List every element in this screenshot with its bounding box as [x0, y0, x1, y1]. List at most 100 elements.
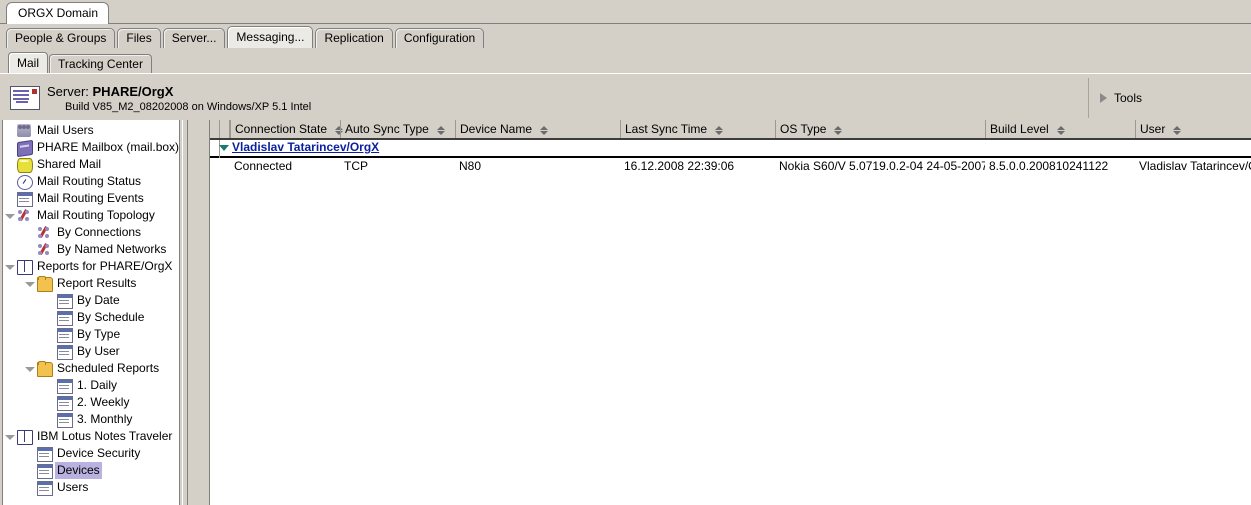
sort-toggle-icon[interactable]	[434, 126, 445, 135]
people-icon	[17, 124, 31, 137]
sort-toggle-icon[interactable]	[537, 126, 549, 135]
view-icon	[57, 396, 73, 411]
sort-toggle-icon[interactable]	[1170, 126, 1182, 135]
sort-toggle-icon[interactable]	[1054, 126, 1065, 135]
sidebar-item-mail-routing-events[interactable]: Mail Routing Events	[3, 190, 179, 207]
tools-divider	[1088, 78, 1089, 118]
expand-triangle-icon[interactable]	[5, 214, 15, 219]
main-tab-messaging[interactable]: Messaging...	[227, 26, 314, 48]
column-header-auto-sync-type[interactable]: Auto Sync Type	[340, 120, 455, 138]
column-header-device-name[interactable]: Device Name	[455, 120, 620, 138]
window-tab-orgx-domain[interactable]: ORGX Domain	[6, 2, 110, 24]
sidebar-item-label: PHARE Mailbox (mail.box)	[37, 140, 180, 154]
column-header-label: Connection State	[235, 122, 328, 136]
sidebar-item-label: Mail Users	[37, 123, 94, 137]
tools-expander[interactable]: Tools	[1100, 91, 1142, 105]
sidebar-item-1-daily[interactable]: 1. Daily	[3, 377, 179, 394]
navigator-sidebar: Mail Users PHARE Mailbox (mail.box) Shared…	[2, 120, 180, 505]
view-icon	[57, 311, 73, 326]
main-tab-replication[interactable]: Replication	[315, 28, 393, 48]
sidebar-item-by-schedule[interactable]: By Schedule	[3, 309, 179, 326]
column-header-label: Last Sync Time	[625, 122, 708, 136]
sidebar-item-3-monthly[interactable]: 3. Monthly	[3, 411, 179, 428]
column-header-build-level[interactable]: Build Level	[985, 120, 1135, 138]
view-icon	[37, 481, 53, 496]
sidebar-item-mail-users[interactable]: Mail Users	[3, 122, 179, 139]
tools-panel[interactable]: Tools	[1088, 75, 1251, 120]
sidebar-item-ibm-lotus-notes-traveler[interactable]: IBM Lotus Notes Traveler	[3, 428, 179, 445]
sidebar-item-mail-routing-topology[interactable]: Mail Routing Topology	[3, 207, 179, 224]
sidebar-item-label: IBM Lotus Notes Traveler	[37, 429, 173, 443]
topology-icon	[17, 209, 31, 222]
folder-icon	[37, 361, 53, 377]
expand-triangle-icon[interactable]	[25, 282, 35, 287]
sidebar-item-2-weekly[interactable]: 2. Weekly	[3, 394, 179, 411]
header-margin-column-a	[210, 120, 220, 138]
navigation-tree: Mail Users PHARE Mailbox (mail.box) Shared…	[3, 120, 179, 496]
sidebar-item-label: By Schedule	[77, 310, 145, 324]
cell-last-sync-time: 16.12.2008 22:39:06	[624, 159, 735, 173]
sidebar-item-label: Device Security	[57, 446, 141, 460]
mail-server-icon	[10, 86, 40, 110]
view-icon	[57, 328, 73, 343]
column-header-label: OS Type	[780, 122, 827, 136]
sort-toggle-icon[interactable]	[831, 126, 843, 135]
sidebar-item-label: Mail Routing Status	[37, 174, 142, 188]
sidebar-item-label: By Named Networks	[57, 242, 167, 256]
sidebar-item-label: Report Results	[57, 276, 137, 290]
table-group-row[interactable]: Vladislav Tatarincev/OrgX	[210, 140, 1251, 158]
sidebar-item-phare-mailbox-mail-box[interactable]: PHARE Mailbox (mail.box)	[3, 139, 180, 158]
collapse-triangle-icon[interactable]	[219, 145, 229, 151]
sidebar-item-label: 1. Daily	[77, 378, 118, 392]
sidebar-item-shared-mail[interactable]: Shared Mail	[3, 156, 179, 173]
sidebar-item-by-user[interactable]: By User	[3, 343, 179, 360]
column-header-os-type[interactable]: OS Type	[775, 120, 985, 138]
view-icon	[57, 294, 73, 309]
view-icon	[17, 192, 33, 207]
column-header-connection-state[interactable]: Connection State	[230, 120, 344, 138]
view-icon	[57, 413, 73, 428]
table-row[interactable]: Connected TCP N80 16.12.2008 22:39:06 Nokia …	[210, 158, 1251, 176]
window-tabstrip: ORGX Domain	[0, 0, 1251, 24]
sidebar-item-by-connections[interactable]: By Connections	[3, 224, 179, 241]
sidebar-item-label: Mail Routing Events	[37, 191, 144, 205]
expand-triangle-icon[interactable]	[25, 367, 35, 372]
sub-tab-mail[interactable]: Mail	[8, 52, 49, 73]
sidebar-item-mail-routing-status[interactable]: Mail Routing Status	[3, 173, 179, 190]
sidebar-item-report-results[interactable]: Report Results	[3, 275, 179, 292]
sidebar-item-reports-for-phare-orgx[interactable]: Reports for PHARE/OrgX	[3, 258, 179, 275]
server-name-line: Server: PHARE/OrgX	[47, 84, 311, 99]
cell-os-type: Nokia S60/V 5.0719.0.2-04 24-05-2007	[779, 159, 985, 173]
sidebar-item-by-type[interactable]: By Type	[3, 326, 179, 343]
row-margin-column-a	[210, 158, 220, 176]
column-header-last-sync-time[interactable]: Last Sync Time	[620, 120, 775, 138]
sort-toggle-icon[interactable]	[332, 126, 344, 135]
table-body: Connected TCP N80 16.12.2008 22:39:06 Nokia …	[210, 158, 1251, 176]
sidebar-item-label: By Type	[77, 327, 121, 341]
sort-toggle-icon[interactable]	[712, 126, 724, 135]
main-tab-people-groups[interactable]: People & Groups	[6, 28, 116, 48]
sidebar-item-by-named-networks[interactable]: By Named Networks	[3, 241, 179, 258]
cell-build-level: 8.5.0.0.200810241122	[989, 159, 1109, 173]
sub-tab-row: Mail Tracking Center	[0, 50, 1251, 73]
main-tab-server[interactable]: Server...	[162, 28, 226, 48]
sidebar-splitter[interactable]	[181, 120, 209, 505]
column-header-user[interactable]: User	[1135, 120, 1251, 138]
sidebar-item-devices[interactable]: Devices	[3, 462, 179, 479]
view-icon	[37, 447, 53, 462]
sidebar-item-users[interactable]: Users	[3, 479, 179, 496]
server-header-text: Server: PHARE/OrgX Build V85_M2_08202008…	[47, 84, 311, 115]
expand-triangle-icon[interactable]	[5, 435, 15, 440]
expand-triangle-icon[interactable]	[5, 265, 15, 270]
sidebar-item-scheduled-reports[interactable]: Scheduled Reports	[3, 360, 179, 377]
sidebar-item-by-date[interactable]: By Date	[3, 292, 179, 309]
topology-icon	[37, 243, 51, 256]
group-row-label[interactable]: Vladislav Tatarincev/OrgX	[232, 140, 379, 155]
main-tab-configuration[interactable]: Configuration	[394, 28, 485, 48]
view-icon	[37, 464, 53, 479]
view-icon	[57, 345, 73, 360]
main-tab-files[interactable]: Files	[117, 28, 161, 48]
sidebar-item-label: Devices	[55, 462, 102, 479]
sub-tab-tracking-center[interactable]: Tracking Center	[49, 54, 152, 73]
sidebar-item-device-security[interactable]: Device Security	[3, 445, 179, 462]
